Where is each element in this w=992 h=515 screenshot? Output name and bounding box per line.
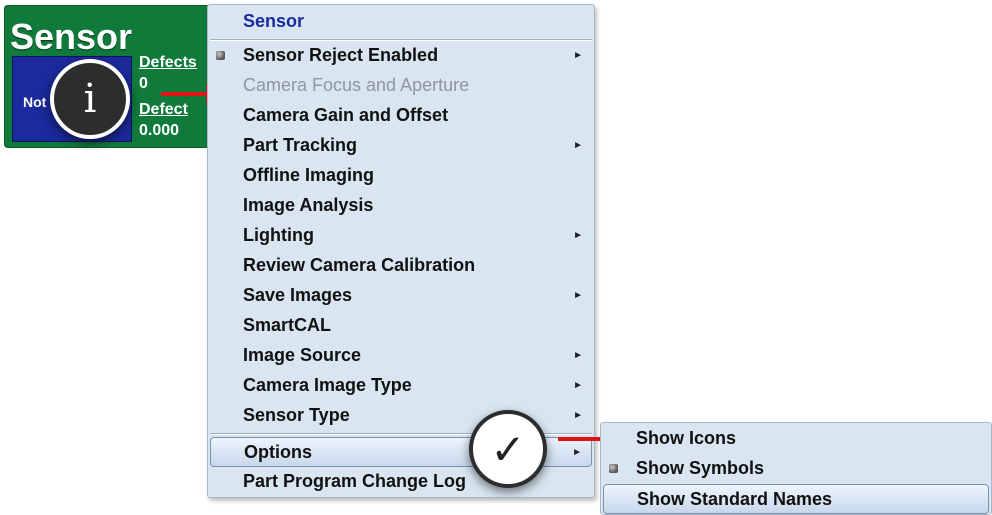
menu-item-image-source[interactable]: Image Source ► xyxy=(210,341,592,371)
menu-item-camera-gain-and-offset[interactable]: Camera Gain and Offset xyxy=(210,101,592,131)
submenu-item-show-standard-names[interactable]: Show Standard Names xyxy=(603,484,989,514)
menu-item-label: Camera Gain and Offset xyxy=(243,105,449,125)
menu-item-save-images[interactable]: Save Images ► xyxy=(210,281,592,311)
options-submenu: Show Icons Show Symbols Show Standard Name… xyxy=(600,422,992,515)
menu-item-lighting[interactable]: Lighting ► xyxy=(210,221,592,251)
menu-item-label: Lighting xyxy=(243,225,314,245)
menu-item-label: Part Tracking xyxy=(243,135,358,155)
menu-item-label: Sensor Reject Enabled xyxy=(243,45,439,65)
defect-area-label: Defect xyxy=(139,101,188,118)
menu-item-label: Camera Focus and Aperture xyxy=(243,75,470,95)
submenu-arrow-icon: ► xyxy=(572,447,582,458)
menu-item-smartcal[interactable]: SmartCAL xyxy=(210,311,592,341)
menu-item-part-tracking[interactable]: Part Tracking ► xyxy=(210,131,592,161)
menu-item-offline-imaging[interactable]: Offline Imaging xyxy=(210,161,592,191)
submenu-item-show-icons[interactable]: Show Icons xyxy=(603,424,989,454)
menu-item-image-analysis[interactable]: Image Analysis xyxy=(210,191,592,221)
menu-item-camera-image-type[interactable]: Camera Image Type ► xyxy=(210,371,592,401)
menu-header: Sensor xyxy=(243,11,305,31)
submenu-item-label: Show Icons xyxy=(636,428,737,448)
menu-item-label: Save Images xyxy=(243,285,353,305)
callout-arrow-icon xyxy=(161,84,222,104)
submenu-item-show-symbols[interactable]: Show Symbols xyxy=(603,454,989,484)
defects-label: Defects xyxy=(139,54,197,71)
submenu-arrow-icon: ► xyxy=(573,230,583,241)
menu-item-label: Review Camera Calibration xyxy=(243,255,476,275)
submenu-arrow-icon: ► xyxy=(573,140,583,151)
menu-item-label: Image Source xyxy=(243,345,362,365)
defects-value: 0 xyxy=(139,75,148,92)
menu-item-sensor-reject-enabled[interactable]: Sensor Reject Enabled ► xyxy=(210,41,592,71)
submenu-item-label: Show Symbols xyxy=(636,458,765,478)
menu-item-label: Camera Image Type xyxy=(243,375,412,395)
menu-item-label: Offline Imaging xyxy=(243,165,375,185)
info-icon: i xyxy=(50,59,130,139)
submenu-arrow-icon: ► xyxy=(573,350,583,361)
checkmark-icon: ✓ xyxy=(469,410,547,488)
sensor-status-text: Not xyxy=(23,94,47,110)
submenu-arrow-icon: ► xyxy=(573,290,583,301)
menu-item-label: Options xyxy=(244,442,312,462)
submenu-arrow-icon: ► xyxy=(573,50,583,61)
checked-bullet-icon xyxy=(609,464,618,473)
menu-item-review-camera-calibration[interactable]: Review Camera Calibration xyxy=(210,251,592,281)
submenu-arrow-icon: ► xyxy=(573,380,583,391)
defect-area-value: 0.000 xyxy=(139,122,180,139)
menu-item-label: Part Program Change Log xyxy=(243,471,467,491)
sensor-title: Sensor xyxy=(10,16,133,57)
checked-bullet-icon xyxy=(216,51,225,60)
submenu-item-label: Show Standard Names xyxy=(637,489,833,509)
menu-item-label: Image Analysis xyxy=(243,195,374,215)
menu-item-label: SmartCAL xyxy=(243,315,332,335)
menu-item-label: Sensor Type xyxy=(243,405,350,425)
menu-item-camera-focus-and-aperture: Camera Focus and Aperture xyxy=(210,71,592,101)
submenu-arrow-icon: ► xyxy=(573,410,583,421)
